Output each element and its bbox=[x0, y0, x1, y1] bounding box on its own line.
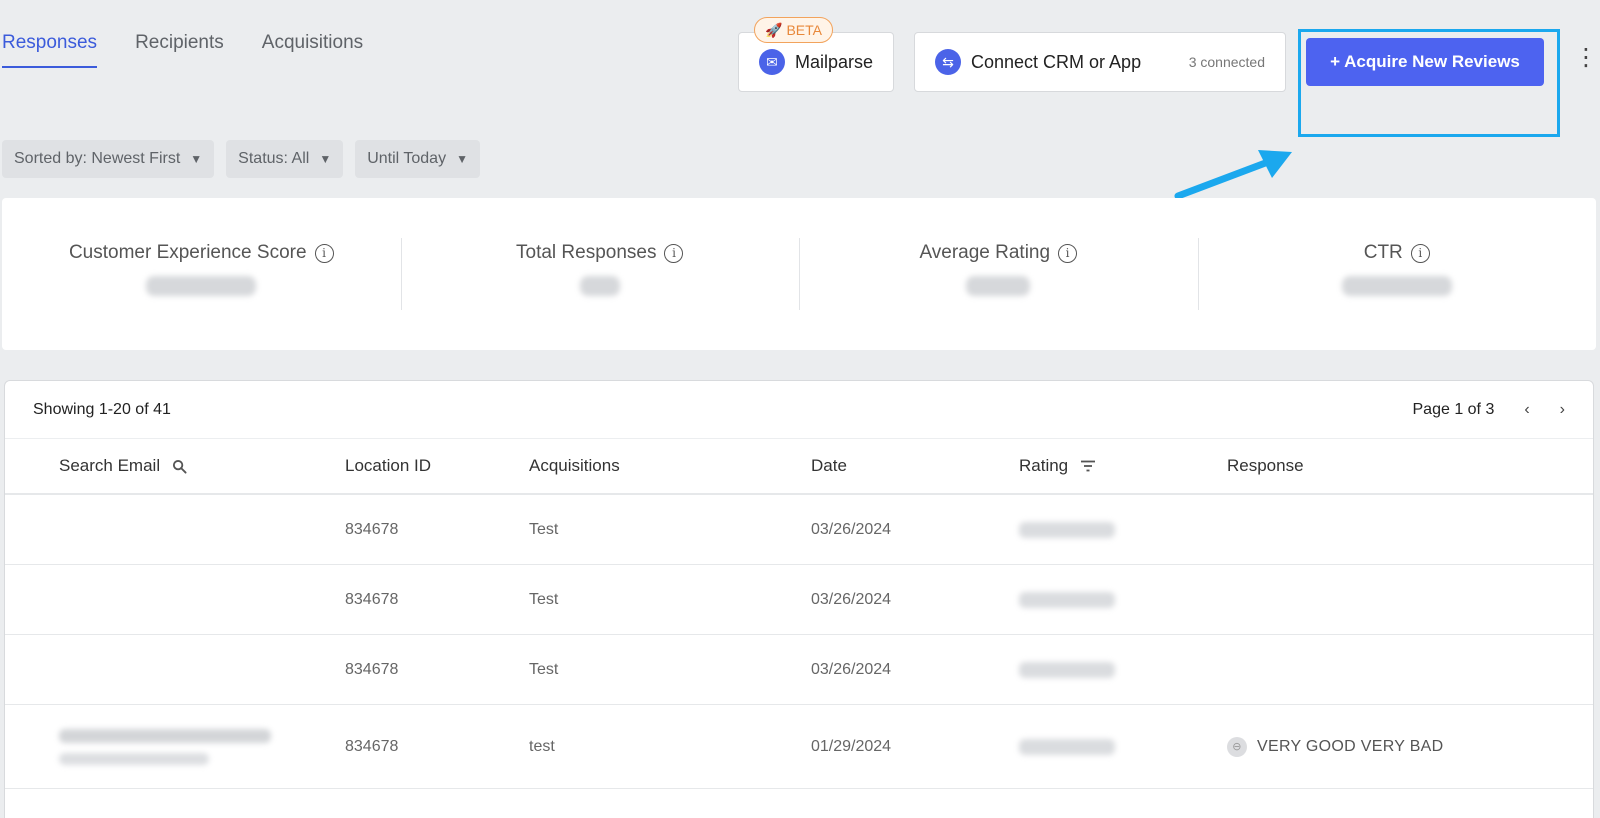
email-blurred bbox=[59, 728, 271, 743]
cell-rating bbox=[1019, 738, 1227, 755]
swap-icon: ⇆ bbox=[935, 49, 961, 75]
mail-icon: ✉ bbox=[759, 49, 785, 75]
status-dropdown[interactable]: Status: All ▼ bbox=[226, 140, 344, 178]
tab-responses[interactable]: Responses bbox=[2, 32, 98, 68]
rating-blurred bbox=[1019, 738, 1115, 755]
column-label: Search Email bbox=[59, 456, 161, 475]
table-row[interactable]: 834678 Test 03/26/2024 bbox=[5, 635, 1593, 705]
cell-date: 03/26/2024 bbox=[811, 660, 892, 678]
cell-rating bbox=[1019, 661, 1227, 678]
sort-dropdown[interactable]: Sorted by: Newest First ▼ bbox=[2, 140, 215, 178]
date-dropdown[interactable]: Until Today ▼ bbox=[355, 140, 480, 178]
search-icon[interactable] bbox=[172, 459, 187, 474]
cell-rating bbox=[1019, 521, 1227, 538]
chevron-left-icon[interactable]: ‹ bbox=[1524, 401, 1529, 419]
page-indicator: Page 1 of 3 bbox=[1412, 400, 1495, 418]
filter-bar: Sorted by: Newest First ▼ Status: All ▼ … bbox=[2, 140, 480, 178]
info-icon[interactable]: i bbox=[1058, 243, 1078, 263]
link-icon[interactable]: ⊖ bbox=[1227, 736, 1247, 757]
stat-label: Customer Experience Score bbox=[68, 242, 307, 263]
rating-blurred bbox=[1019, 521, 1115, 538]
stat-average-rating: Average Rating i bbox=[799, 198, 1198, 350]
annotation-arrow-icon bbox=[1174, 150, 1292, 200]
cell-email bbox=[5, 728, 345, 765]
stat-value-blurred bbox=[966, 276, 1031, 296]
response-text: VERY GOOD VERY BAD bbox=[1257, 737, 1444, 755]
column-search-email[interactable]: Search Email bbox=[5, 456, 345, 476]
sort-label: Sorted by: Newest First bbox=[14, 150, 181, 167]
cell-acquisition: Test bbox=[529, 660, 559, 678]
acquire-new-reviews-button[interactable]: + Acquire New Reviews bbox=[1306, 38, 1544, 86]
showing-count: Showing 1-20 of 41 bbox=[33, 400, 171, 418]
table-row[interactable]: 834678 Test 03/26/2024 bbox=[5, 565, 1593, 635]
mailparse-label: Mailparse bbox=[795, 51, 874, 72]
cell-location-id: 834678 bbox=[345, 520, 399, 538]
date-label: Until Today bbox=[367, 150, 447, 167]
connect-crm-button[interactable]: ⇆ Connect CRM or App 3 connected bbox=[914, 32, 1286, 92]
stat-label: CTR bbox=[1363, 242, 1403, 263]
stat-label: Total Responses bbox=[516, 242, 657, 263]
cell-location-id: 834678 bbox=[345, 737, 399, 755]
cell-location-id: 834678 bbox=[345, 590, 399, 608]
column-rating[interactable]: Rating bbox=[1019, 456, 1227, 476]
chevron-down-icon: ▼ bbox=[190, 152, 203, 166]
cell-acquisition: test bbox=[529, 737, 555, 755]
tab-acquisitions[interactable]: Acquisitions bbox=[262, 32, 363, 68]
table-row[interactable]: 834678 Test 03/26/2024 bbox=[5, 495, 1593, 565]
chevron-down-icon: ▼ bbox=[319, 152, 332, 166]
cell-rating bbox=[1019, 591, 1227, 608]
stat-cx-score: Customer Experience Score i bbox=[2, 198, 401, 350]
cell-date: 03/26/2024 bbox=[811, 520, 892, 538]
tab-recipients[interactable]: Recipients bbox=[135, 32, 224, 68]
filter-icon[interactable] bbox=[1080, 460, 1096, 472]
stat-ctr: CTR i bbox=[1197, 198, 1597, 350]
table-head: Search Email Location ID Acquisitions Da… bbox=[5, 439, 1593, 495]
cell-response: ⊖ VERY GOOD VERY BAD bbox=[1227, 736, 1593, 757]
stats-panel: Customer Experience Score i Total Respons… bbox=[2, 198, 1596, 350]
cell-date: 01/29/2024 bbox=[811, 737, 892, 755]
column-acquisitions: Acquisitions bbox=[529, 456, 620, 475]
main-tabs: Responses Recipients Acquisitions bbox=[2, 32, 363, 68]
table-row[interactable]: 834678 test 01/29/2024 ⊖ VERY GOOD VERY … bbox=[5, 705, 1593, 789]
rating-blurred bbox=[1019, 661, 1115, 678]
crm-label: Connect CRM or App bbox=[971, 51, 1142, 72]
cell-acquisition: Test bbox=[529, 520, 559, 538]
info-icon[interactable]: i bbox=[664, 243, 684, 263]
chevron-down-icon: ▼ bbox=[456, 152, 468, 166]
cell-date: 03/26/2024 bbox=[811, 590, 892, 608]
status-label: Status: All bbox=[238, 150, 310, 167]
chevron-right-icon[interactable]: › bbox=[1560, 401, 1565, 419]
table-header-bar: Showing 1-20 of 41 Page 1 of 3 ‹ › bbox=[5, 381, 1593, 439]
more-options-icon[interactable]: ⋮ bbox=[1574, 46, 1598, 70]
responses-table-card: Showing 1-20 of 41 Page 1 of 3 ‹ › Searc… bbox=[4, 380, 1594, 818]
rating-blurred bbox=[1019, 591, 1115, 608]
beta-badge: 🚀 BETA bbox=[754, 17, 833, 43]
column-date: Date bbox=[811, 456, 847, 475]
beta-label: BETA bbox=[786, 22, 822, 38]
pagination: Page 1 of 3 ‹ › bbox=[1413, 401, 1566, 419]
cell-location-id: 834678 bbox=[345, 660, 399, 678]
email-blurred bbox=[59, 752, 209, 765]
stat-total-responses: Total Responses i bbox=[400, 198, 800, 350]
column-response: Response bbox=[1227, 456, 1304, 475]
cell-acquisition: Test bbox=[529, 590, 559, 608]
rocket-icon: 🚀 bbox=[765, 21, 783, 38]
column-label: Rating bbox=[1019, 456, 1069, 475]
column-location-id: Location ID bbox=[345, 456, 431, 475]
stat-value-blurred bbox=[1341, 276, 1452, 296]
info-icon[interactable]: i bbox=[1410, 243, 1430, 263]
stat-label: Average Rating bbox=[919, 242, 1051, 263]
crm-connected-count: 3 connected bbox=[1188, 54, 1265, 70]
info-icon[interactable]: i bbox=[314, 243, 334, 263]
stat-value-blurred bbox=[146, 276, 257, 296]
stat-value-blurred bbox=[579, 276, 620, 296]
